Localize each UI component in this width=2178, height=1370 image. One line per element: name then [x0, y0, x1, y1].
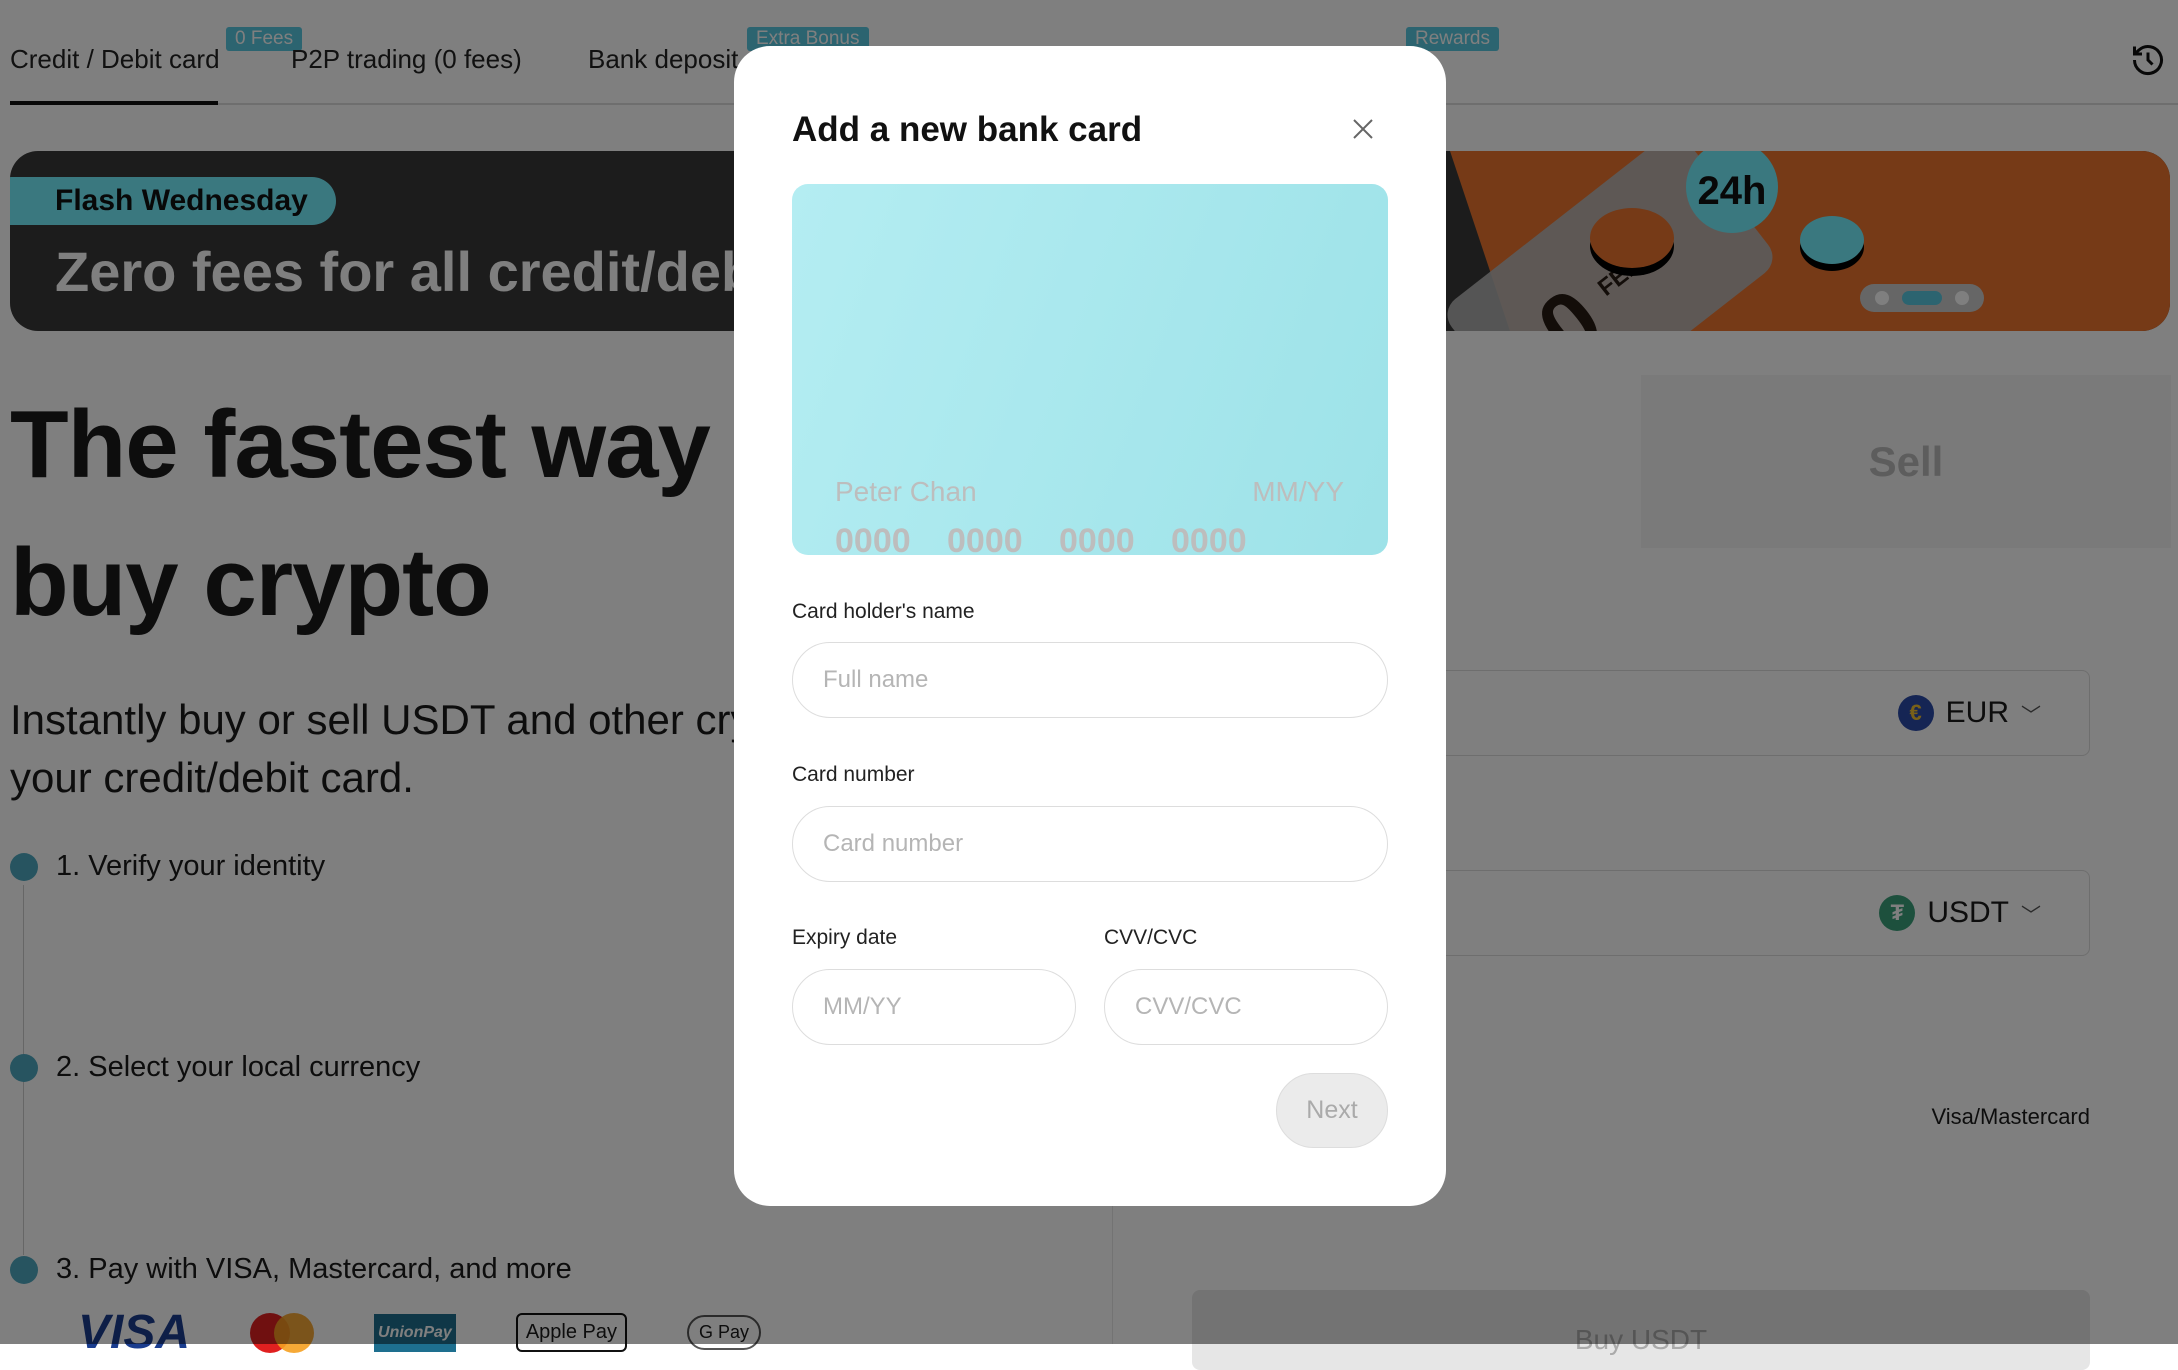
add-bank-card-modal: Add a new bank card 0000 0000 0000 0000 … [734, 46, 1446, 1206]
card-number-label: Card number [792, 763, 915, 786]
card-number-group: 0000 [835, 522, 911, 560]
modal-title: Add a new bank card [792, 110, 1143, 149]
holder-name-input[interactable] [792, 642, 1388, 718]
card-number-group: 0000 [1171, 522, 1247, 560]
cvv-input[interactable] [1104, 969, 1388, 1045]
cvv-label: CVV/CVC [1104, 926, 1198, 949]
card-preview: 0000 0000 0000 0000 Peter Chan MM/YY [792, 184, 1388, 560]
card-number-input[interactable] [792, 806, 1388, 882]
expiry-date-input[interactable] [792, 969, 1076, 1045]
card-number-group: 0000 [947, 522, 1023, 560]
close-icon[interactable] [1350, 116, 1376, 142]
card-holder-preview: Peter Chan [835, 476, 977, 507]
next-button[interactable]: Next [1276, 1073, 1388, 1148]
holder-name-label: Card holder's name [792, 600, 975, 623]
expiry-date-label: Expiry date [792, 926, 898, 949]
card-expiry-preview: MM/YY [1252, 476, 1344, 507]
card-number-group: 0000 [1059, 522, 1135, 560]
